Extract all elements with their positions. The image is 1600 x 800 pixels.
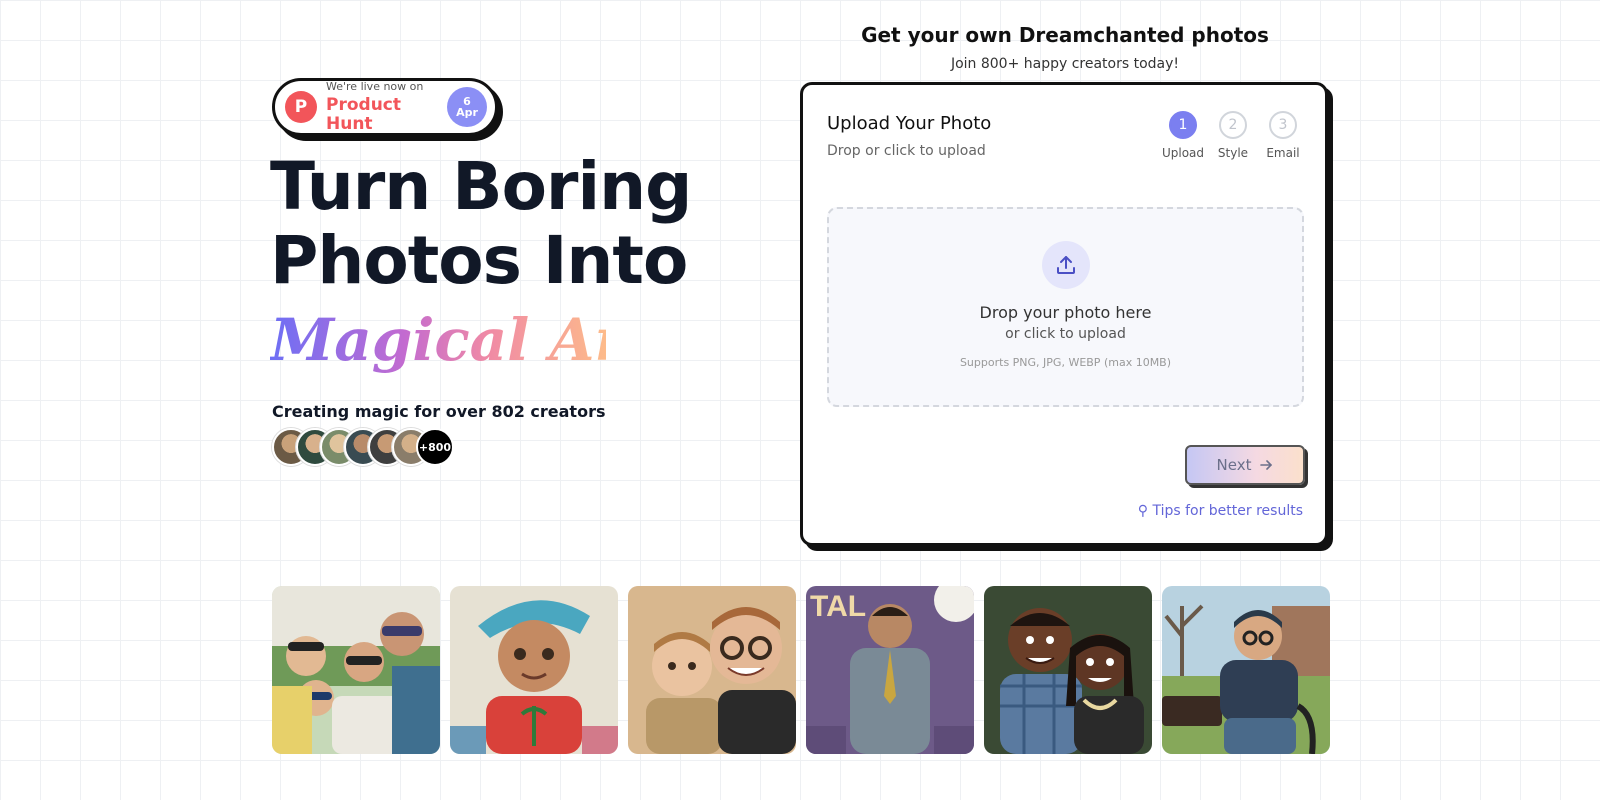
step-number: 1: [1169, 111, 1197, 139]
product-hunt-caption: We're live now on: [326, 79, 424, 93]
product-hunt-badge[interactable]: P We're live now on Product Hunt 6 Apr: [272, 78, 498, 136]
example-gallery: TAL: [272, 586, 1330, 754]
step-style: 2 Style: [1213, 111, 1253, 160]
hero-title: Turn Boring Photos Into: [270, 148, 692, 299]
signup-heading: Get your own Dreamchanted photos: [861, 23, 1269, 47]
dropzone-main-text: Drop your photo here: [979, 303, 1152, 322]
launch-date-badge: 6 Apr: [447, 87, 487, 127]
launch-month: Apr: [456, 106, 478, 119]
gallery-image-couple: [984, 586, 1152, 754]
dropzone-sub-text: or click to upload: [1005, 326, 1126, 342]
product-hunt-logo-icon: P: [285, 91, 317, 123]
step-upload: 1 Upload: [1161, 111, 1205, 160]
next-button-label: Next: [1216, 456, 1252, 474]
hero-title-line-2: Photos Into: [270, 222, 688, 299]
photo-dropzone[interactable]: Drop your photo here or click to upload …: [827, 207, 1304, 407]
tips-link-label: Tips for better results: [1152, 503, 1303, 519]
upload-card-title: Upload Your Photo: [827, 113, 992, 134]
gallery-image-family: [272, 586, 440, 754]
upload-icon: [1041, 241, 1090, 289]
product-hunt-title: Product Hunt: [326, 94, 401, 134]
creator-avatars: +800: [272, 428, 454, 466]
step-number: 2: [1219, 111, 1247, 139]
tips-link[interactable]: ⚲ Tips for better results: [1138, 503, 1303, 519]
step-label: Style: [1217, 146, 1249, 160]
gallery-image-park-man: [1162, 586, 1330, 754]
gallery-image-father-son: [628, 586, 796, 754]
lightbulb-icon: ⚲: [1137, 503, 1148, 519]
hero-magical-art-text: Magical Art: [270, 300, 606, 380]
step-email: 3 Email: [1263, 111, 1303, 160]
step-label: Email: [1266, 146, 1300, 160]
avatar-more-count: +800: [416, 428, 454, 466]
dropzone-format-note: Supports PNG, JPG, WEBP (max 10MB): [959, 356, 1172, 369]
signup-subheading: Join 800+ happy creators today!: [950, 56, 1180, 72]
upload-card: Upload Your Photo Drop or click to uploa…: [800, 82, 1328, 546]
hero-title-line-1: Turn Boring: [270, 148, 692, 225]
step-number: 3: [1269, 111, 1297, 139]
stepper: 1 Upload 2 Style 3 Email: [1161, 111, 1303, 160]
creators-count-text: Creating magic for over 802 creators: [272, 402, 606, 421]
arrow-right-icon: [1260, 460, 1273, 470]
next-button[interactable]: Next: [1185, 445, 1305, 485]
step-label: Upload: [1161, 146, 1205, 160]
upload-card-subtitle: Drop or click to upload: [827, 143, 986, 159]
poster-text: TAL: [810, 590, 866, 623]
gallery-image-poster-man: TAL: [806, 586, 974, 754]
gallery-image-boy: [450, 586, 618, 754]
